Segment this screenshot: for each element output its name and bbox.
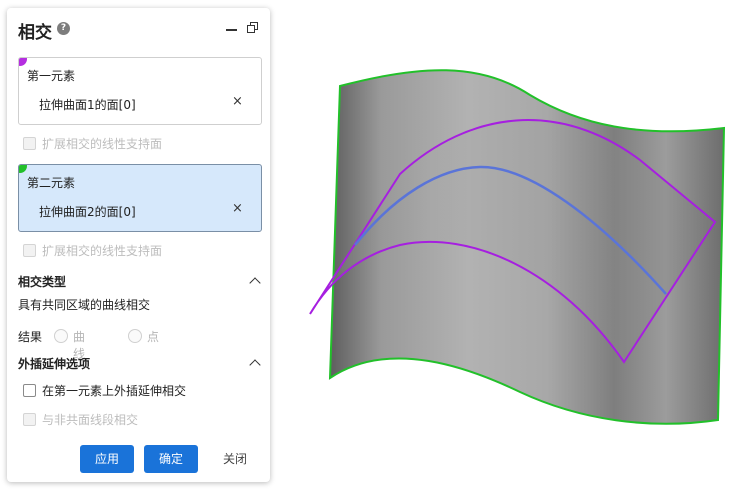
result-curve-radio[interactable] [54,329,68,343]
extrapolation-title: 外插延伸选项 [18,357,91,371]
extend-linear-support-2-checkbox[interactable]: 扩展相交的线性支持面 [23,242,162,259]
extend-linear-support-1-checkbox[interactable]: 扩展相交的线性支持面 [23,135,162,152]
checkbox-icon [23,413,36,426]
second-element-label: 第二元素 [27,176,76,190]
close-button[interactable]: 关闭 [208,445,262,473]
first-element-clear-icon[interactable]: × [232,94,243,109]
extrapolate-first-element-checkbox[interactable]: 在第一元素上外插延伸相交 [23,382,186,399]
help-icon[interactable]: ? [57,22,70,35]
first-element-selector[interactable]: 第一元素 拉伸曲面1的面[0] × [18,57,262,125]
ok-button[interactable]: 确定 [144,445,198,473]
dialog-title: 相交 [18,23,52,43]
second-element-clear-icon[interactable]: × [232,201,243,216]
intersection-type-title: 相交类型 [18,275,67,289]
result-label: 结果 [18,330,43,344]
checkbox-icon [23,137,36,150]
apply-button[interactable]: 应用 [80,445,134,473]
second-element-marker-icon [19,165,27,173]
second-element-selector[interactable]: 第二元素 拉伸曲面2的面[0] × [18,164,262,232]
chevron-up-icon[interactable] [249,277,261,289]
intersection-dialog: 相交 ? 第一元素 拉伸曲面1的面[0] × 扩展相交的线性支持面 第二元素 拉… [7,8,270,482]
result-point-label: 点 [147,330,160,344]
chevron-up-icon[interactable] [249,359,261,371]
first-element-marker-icon [19,58,27,66]
restore-window-icon[interactable] [247,22,258,33]
checkbox-icon [23,384,36,397]
checkbox-icon [23,244,36,257]
result-point-radio[interactable] [128,329,142,343]
first-element-label: 第一元素 [27,69,76,83]
second-element-value: 拉伸曲面2的面[0] [39,205,136,219]
minimize-icon[interactable] [226,29,237,31]
non-coplanar-segments-checkbox[interactable]: 与非共面线段相交 [23,411,138,428]
intersection-type-value: 具有共同区域的曲线相交 [18,298,151,312]
first-element-value: 拉伸曲面1的面[0] [39,98,136,112]
3d-viewport[interactable] [280,40,740,460]
